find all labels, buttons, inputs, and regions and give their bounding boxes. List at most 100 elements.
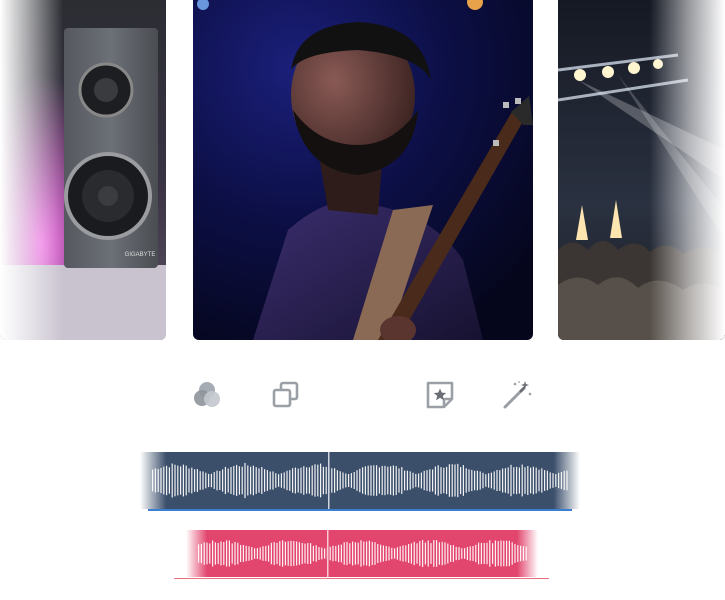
waveform-bar [476, 470, 478, 491]
waveform-bar [255, 467, 257, 494]
waveform-bar [278, 474, 280, 487]
waveform-bar [485, 474, 487, 487]
waveform-bar [261, 467, 263, 494]
blue-track-playhead[interactable] [328, 452, 330, 509]
waveform-bar [438, 542, 440, 565]
waveform-bar [259, 547, 261, 560]
waveform-bar [233, 465, 235, 496]
waveform-bar [480, 542, 482, 565]
waveform-bar [420, 472, 422, 489]
waveform-bar [563, 470, 565, 491]
waveform-bar [396, 547, 398, 560]
guitarist-image [193, 0, 533, 340]
pink-track-playhead[interactable] [327, 530, 329, 577]
waveform-bar [433, 540, 435, 567]
waveform-bar [422, 539, 424, 568]
waveform-bar [374, 542, 376, 565]
waveform-bar [402, 545, 404, 562]
waveform-bar [174, 464, 176, 497]
waveform-bar [166, 465, 168, 496]
waveform-bar [451, 464, 453, 497]
waveform-bar [465, 468, 467, 493]
waveform-bar [472, 546, 474, 561]
waveform-bar [222, 469, 224, 492]
waveform-bar [490, 472, 492, 489]
waveform-bar [336, 470, 338, 491]
waveform-bar [262, 546, 264, 561]
waveform-bar [320, 463, 322, 498]
waveform-bar [558, 472, 560, 489]
waveform-bar [230, 467, 232, 494]
waveform-bar [252, 465, 254, 496]
waveform-bar [541, 468, 543, 493]
waveform-bar [152, 469, 154, 492]
duplicate-button[interactable] [269, 378, 303, 412]
waveform-bar [228, 540, 230, 567]
waveform-bar [227, 468, 229, 493]
waveform-bar [549, 472, 551, 489]
waveform-bar [298, 542, 300, 565]
waveform-bar [503, 540, 505, 567]
photo-thumbnail-speaker[interactable]: GIGABYTE [0, 0, 166, 340]
waveform-bar [532, 466, 534, 495]
waveform-bar [494, 540, 496, 567]
color-blend-button[interactable] [190, 378, 224, 412]
waveform-bar [455, 546, 457, 561]
waveform-bar [538, 469, 540, 492]
photo-thumbnail-concert[interactable] [558, 0, 725, 340]
waveform-bar [317, 464, 319, 497]
waveform-bar [241, 466, 243, 495]
waveform-bar [412, 472, 414, 489]
waveform-bar [475, 544, 477, 563]
waveform-bar [394, 548, 396, 559]
waveform-bar [450, 545, 452, 562]
waveform-bar [275, 473, 277, 488]
waveform-bar [303, 466, 305, 495]
primary-audio-track[interactable] [140, 452, 580, 511]
waveform-bar [478, 542, 480, 565]
waveform-bar [284, 541, 286, 566]
waveform-bar [434, 466, 436, 495]
waveform-bar [353, 472, 355, 489]
waveform-bar [258, 468, 260, 493]
waveform-bar [283, 472, 285, 489]
waveform-bar [276, 542, 278, 565]
waveform-bar [321, 547, 323, 560]
waveform-bar [443, 467, 445, 494]
waveform-bar [224, 466, 226, 495]
waveform-bar [566, 470, 568, 491]
photo-main-guitarist[interactable] [193, 0, 533, 340]
waveform-bar [203, 542, 205, 565]
waveform-bar [504, 468, 506, 493]
waveform-bar [292, 468, 294, 493]
waveform-bar [517, 545, 519, 562]
waveform-bar [452, 545, 454, 562]
waveform-bar [352, 541, 354, 566]
waveform-bar [535, 467, 537, 494]
waveform-bar [441, 541, 443, 566]
waveform-bar [282, 540, 284, 567]
waveform-bar [468, 469, 470, 492]
waveform-bar [198, 544, 200, 563]
secondary-audio-track[interactable] [186, 530, 538, 579]
sticker-button[interactable] [423, 378, 457, 412]
waveform-bar [502, 468, 504, 493]
waveform-bar [367, 465, 369, 496]
waveform-bar [206, 542, 208, 565]
waveform-bar [220, 541, 222, 566]
pink-waveform [186, 530, 538, 577]
waveform-bar [346, 541, 348, 566]
waveform-bar [311, 465, 313, 496]
waveform-bar [507, 467, 509, 494]
waveform-bar [406, 470, 408, 491]
waveform-bar [345, 473, 347, 488]
waveform-bar [349, 543, 351, 564]
waveform-bar [546, 470, 548, 491]
waveform-bar [238, 466, 240, 495]
magic-wand-button[interactable] [500, 378, 534, 412]
waveform-bar [448, 464, 450, 497]
waveform-bar [552, 473, 554, 488]
waveform-bar [395, 465, 397, 496]
waveform-bar [245, 545, 247, 562]
color-blend-icon [194, 382, 220, 407]
